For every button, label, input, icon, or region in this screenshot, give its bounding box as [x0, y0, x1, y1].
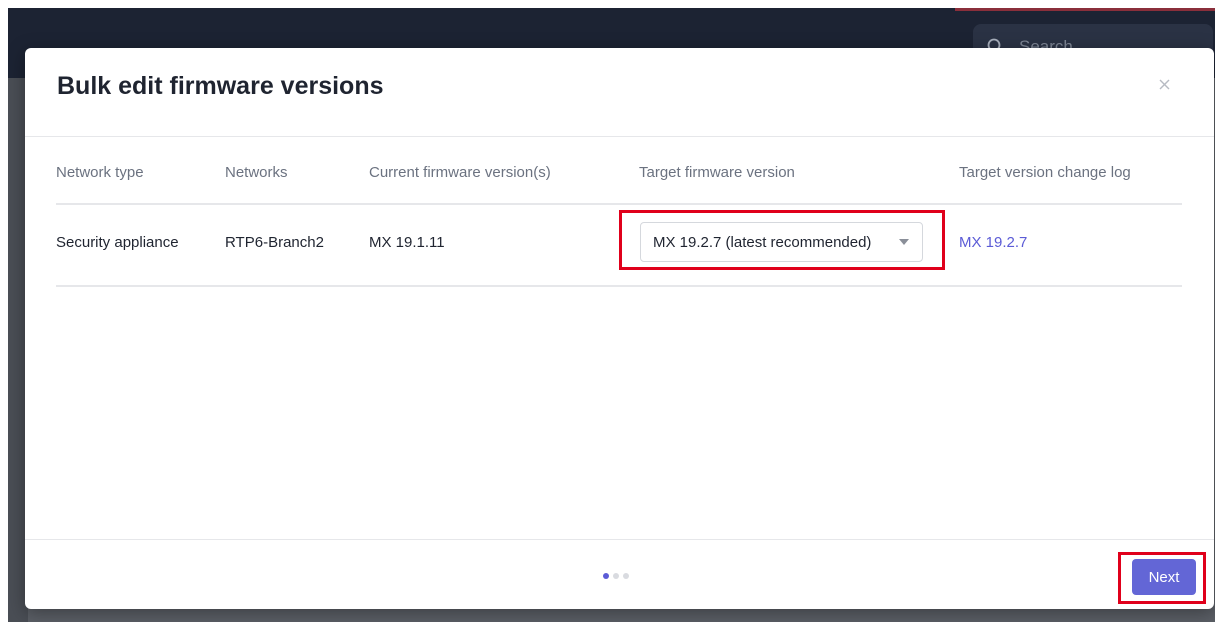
- dialog-header: Bulk edit firmware versions: [25, 48, 1214, 137]
- step-indicator: [603, 573, 629, 579]
- table-row: Security appliance RTP6-Branch2 MX 19.1.…: [56, 205, 1182, 287]
- next-button[interactable]: Next: [1132, 559, 1196, 595]
- change-log-link[interactable]: MX 19.2.7: [959, 234, 1027, 251]
- dialog-footer: Next: [25, 539, 1214, 609]
- target-version-value: MX 19.2.7 (latest recommended): [653, 234, 872, 251]
- cell-current-version: MX 19.1.11: [369, 234, 445, 251]
- cell-networks: RTP6-Branch2: [225, 234, 324, 251]
- column-header-network-type: Network type: [56, 164, 144, 181]
- column-header-change-log: Target version change log: [959, 164, 1131, 181]
- close-button[interactable]: [1148, 68, 1180, 100]
- close-icon: [1159, 79, 1169, 89]
- bulk-edit-firmware-dialog: Bulk edit firmware versions Network type…: [25, 48, 1214, 609]
- column-header-current-firmware: Current firmware version(s): [369, 164, 551, 181]
- column-header-networks: Networks: [225, 164, 288, 181]
- dialog-title: Bulk edit firmware versions: [57, 72, 384, 100]
- step-dot-1: [603, 573, 609, 579]
- firmware-table: Network type Networks Current firmware v…: [56, 137, 1182, 287]
- page: Search Bulk edit firmware versions Netwo…: [0, 0, 1215, 622]
- target-version-dropdown[interactable]: MX 19.2.7 (latest recommended): [640, 222, 923, 262]
- column-header-target-firmware: Target firmware version: [639, 164, 795, 181]
- step-dot-2: [613, 573, 619, 579]
- table-header-row: Network type Networks Current firmware v…: [56, 137, 1182, 205]
- chevron-down-icon: [899, 239, 909, 245]
- step-dot-3: [623, 573, 629, 579]
- cell-network-type: Security appliance: [56, 234, 179, 251]
